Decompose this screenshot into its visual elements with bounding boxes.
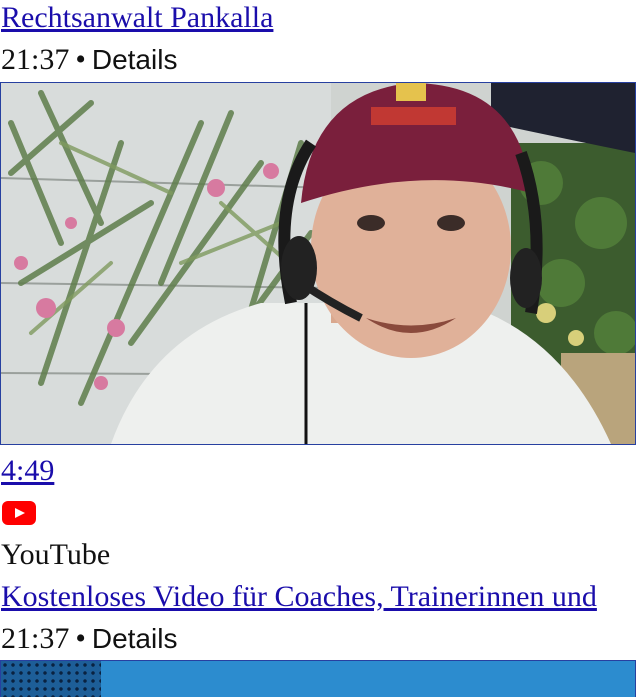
thumbnail-pattern (1, 661, 101, 697)
details-link[interactable]: Details (92, 44, 178, 75)
item-title-link[interactable]: Rechtsanwalt Pankalla (1, 0, 273, 36)
next-item-thumbnail[interactable] (0, 660, 636, 697)
meta-separator: • (75, 43, 86, 76)
video-thumbnail-image (1, 83, 635, 444)
video-meta: 21:37 • Details (1, 621, 177, 657)
youtube-icon (2, 501, 36, 525)
video-title-link[interactable]: Kostenloses Video für Coaches, Trainerin… (1, 579, 597, 615)
video-source: YouTube (1, 538, 111, 571)
details-link[interactable]: Details (92, 623, 178, 654)
video-thumbnail[interactable] (0, 82, 636, 445)
meta-separator: • (75, 622, 86, 655)
item-meta: 21:37 • Details (1, 42, 177, 78)
item-time: 21:37 (1, 43, 70, 76)
video-time: 21:37 (1, 622, 70, 655)
video-duration-link[interactable]: 4:49 (1, 453, 54, 489)
